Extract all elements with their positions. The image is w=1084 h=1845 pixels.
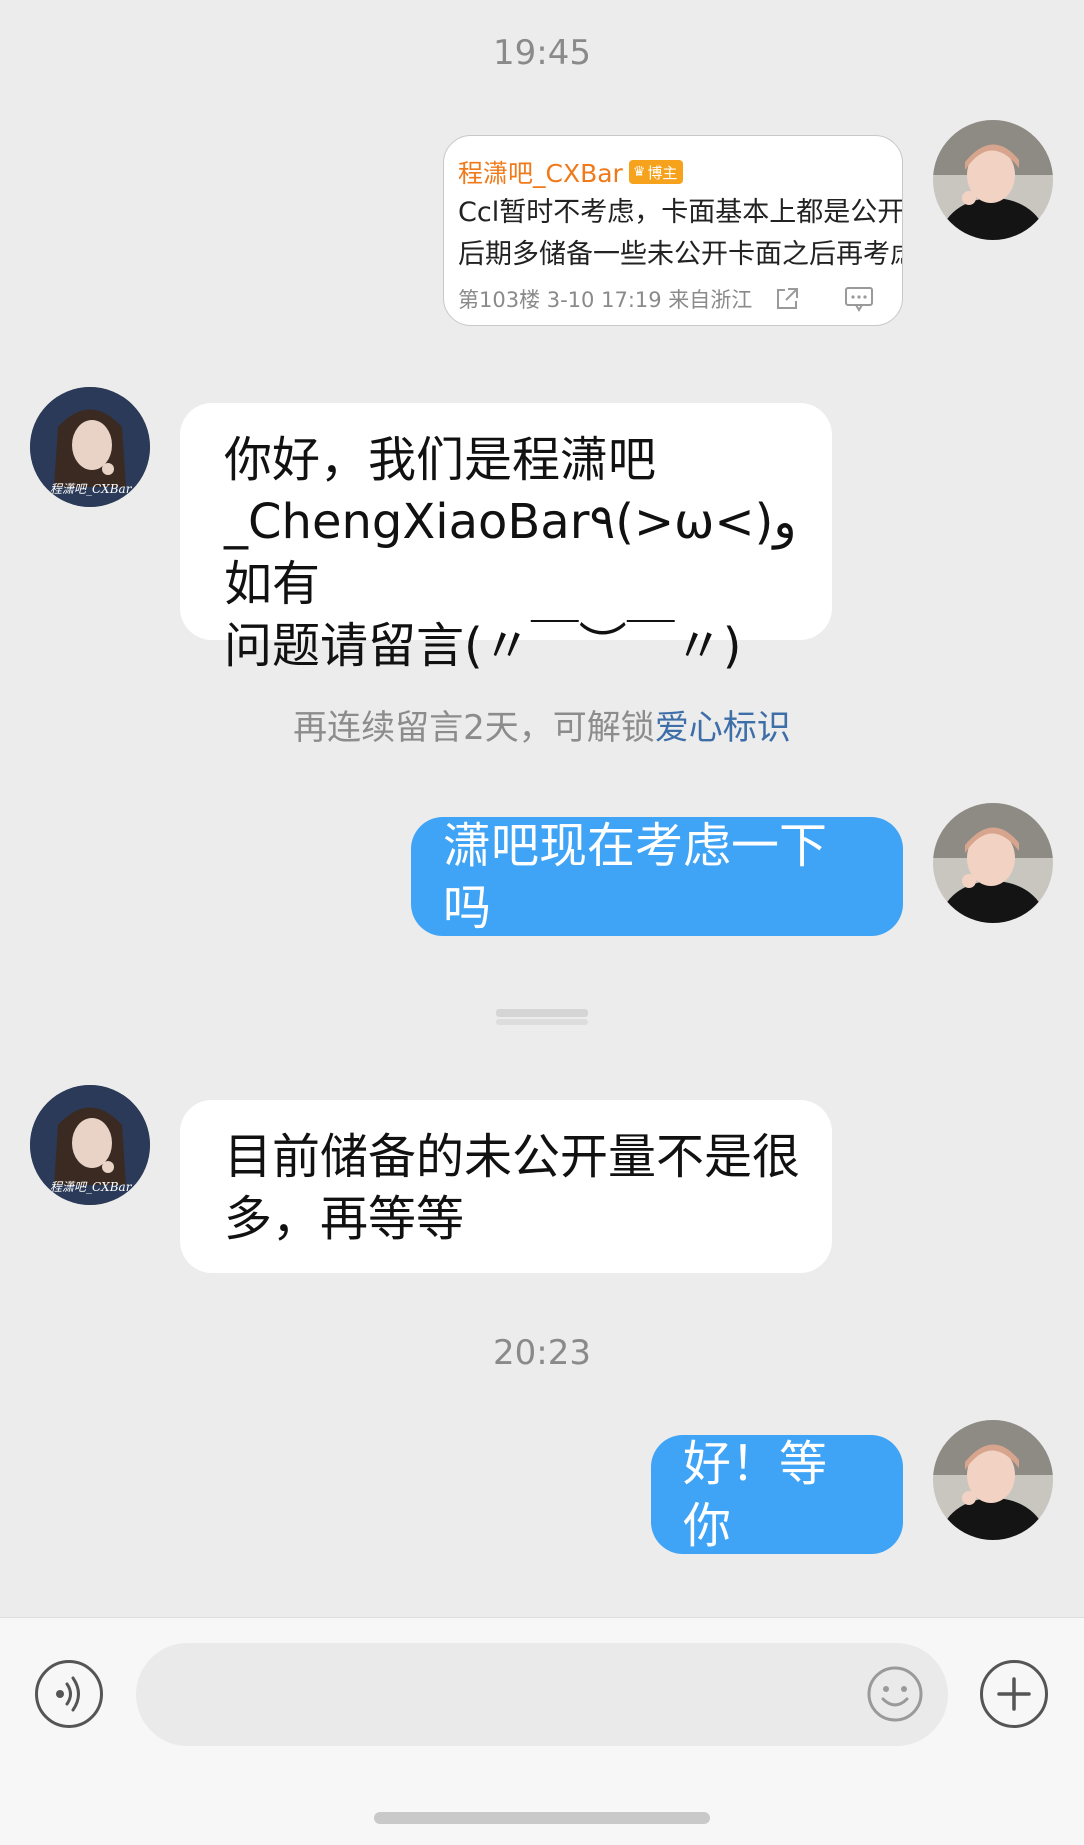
message-text: 好！等你 [683, 1435, 828, 1554]
message-line: _ChengXiaoBar٩(>ω<)و如有 [224, 494, 797, 612]
user-avatar[interactable] [933, 120, 1053, 240]
card-line: Ccl暂时不考虑，卡面基本上都是公开的 [458, 197, 903, 228]
timestamp: 20:23 [493, 1333, 591, 1373]
emoji-icon[interactable] [866, 1665, 924, 1723]
svg-text:程潇吧_CXBar: 程潇吧_CXBar [50, 482, 133, 496]
user-avatar[interactable] [933, 1420, 1053, 1540]
voice-button[interactable] [35, 1660, 103, 1728]
message-line: 问题请留言(〃￣︶￣〃) [224, 618, 742, 674]
badge-label: 博主 [647, 163, 678, 182]
share-icon[interactable] [774, 286, 800, 312]
incoming-message: 目前储备的未公开量不是很 多，再等等 [180, 1100, 832, 1273]
blogger-badge: ♛ 博主 [628, 160, 684, 184]
message-line: 你好，我们是程潇吧 [224, 432, 657, 488]
message-line: 多，再等等 [224, 1191, 465, 1247]
loading-indicator [496, 1009, 588, 1025]
card-line: 后期多储备一些未公开卡面之后再考虑 [458, 239, 903, 270]
timestamp: 19:45 [493, 33, 591, 73]
card-footer: 第103楼 3-10 17:19 来自浙江 [458, 288, 753, 312]
outgoing-message: 潇吧现在考虑一下吗 [411, 817, 903, 936]
card-author: 程潇吧_CXBar ♛ 博主 [458, 154, 684, 190]
card-body: Ccl暂时不考虑，卡面基本上都是公开的 后期多储备一些未公开卡面之后再考虑 [458, 192, 903, 276]
outgoing-message: 好！等你 [651, 1435, 903, 1554]
message-input[interactable] [136, 1643, 948, 1746]
cxbar-avatar[interactable]: 程潇吧_CXBar [30, 1085, 150, 1205]
svg-text:程潇吧_CXBar: 程潇吧_CXBar [50, 1180, 133, 1194]
streak-notice: 再连续留言2天，可解锁爱心标识 [0, 700, 1084, 749]
crown-icon: ♛ [632, 164, 646, 180]
heart-badge-link[interactable]: 爱心标识 [655, 708, 791, 748]
user-avatar[interactable] [933, 803, 1053, 923]
shared-post-card[interactable]: 程潇吧_CXBar ♛ 博主 Ccl暂时不考虑，卡面基本上都是公开的 后期多储备… [443, 135, 903, 326]
message-text: 潇吧现在考虑一下吗 [443, 817, 828, 936]
home-indicator[interactable] [374, 1812, 710, 1824]
voice-icon [56, 1676, 80, 1712]
card-author-name: 程潇吧_CXBar [458, 159, 623, 188]
cxbar-avatar[interactable]: 程潇吧_CXBar [30, 387, 150, 507]
notice-text: 再连续留言2天，可解锁 [293, 708, 655, 748]
plus-button[interactable] [980, 1660, 1048, 1728]
message-line: 目前储备的未公开量不是很 [224, 1129, 801, 1185]
incoming-message: 你好，我们是程潇吧 _ChengXiaoBar٩(>ω<)و如有 问题请留言(〃… [180, 403, 832, 674]
plus-icon [997, 1677, 1031, 1711]
comment-icon[interactable] [844, 286, 874, 312]
